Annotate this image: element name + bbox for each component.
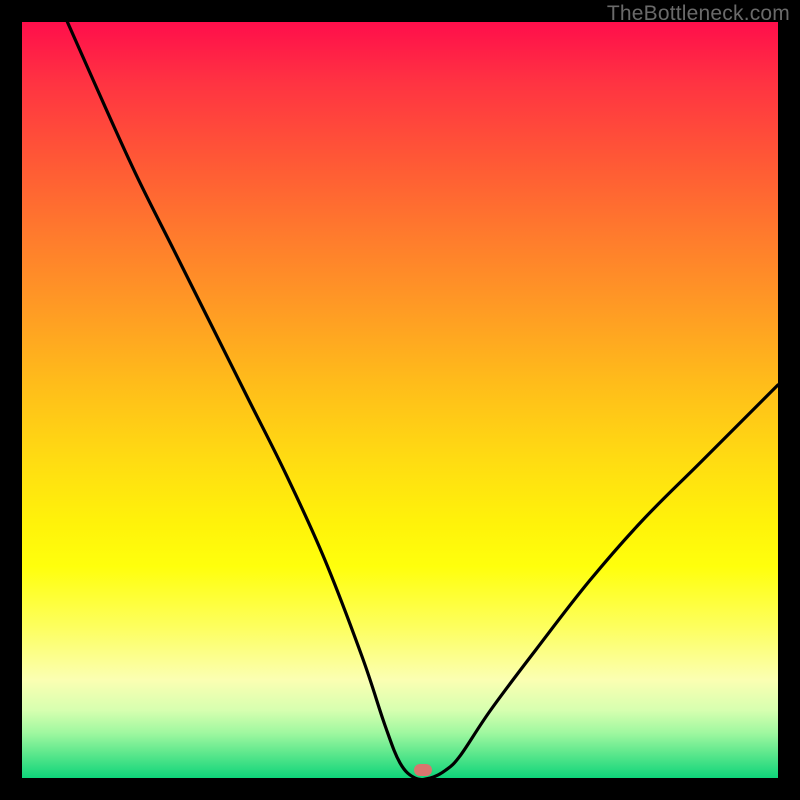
bottleneck-curve xyxy=(22,22,778,778)
watermark-text: TheBottleneck.com xyxy=(607,2,790,26)
optimum-marker xyxy=(414,764,432,776)
chart-frame: TheBottleneck.com xyxy=(0,0,800,800)
plot-area xyxy=(22,22,778,778)
